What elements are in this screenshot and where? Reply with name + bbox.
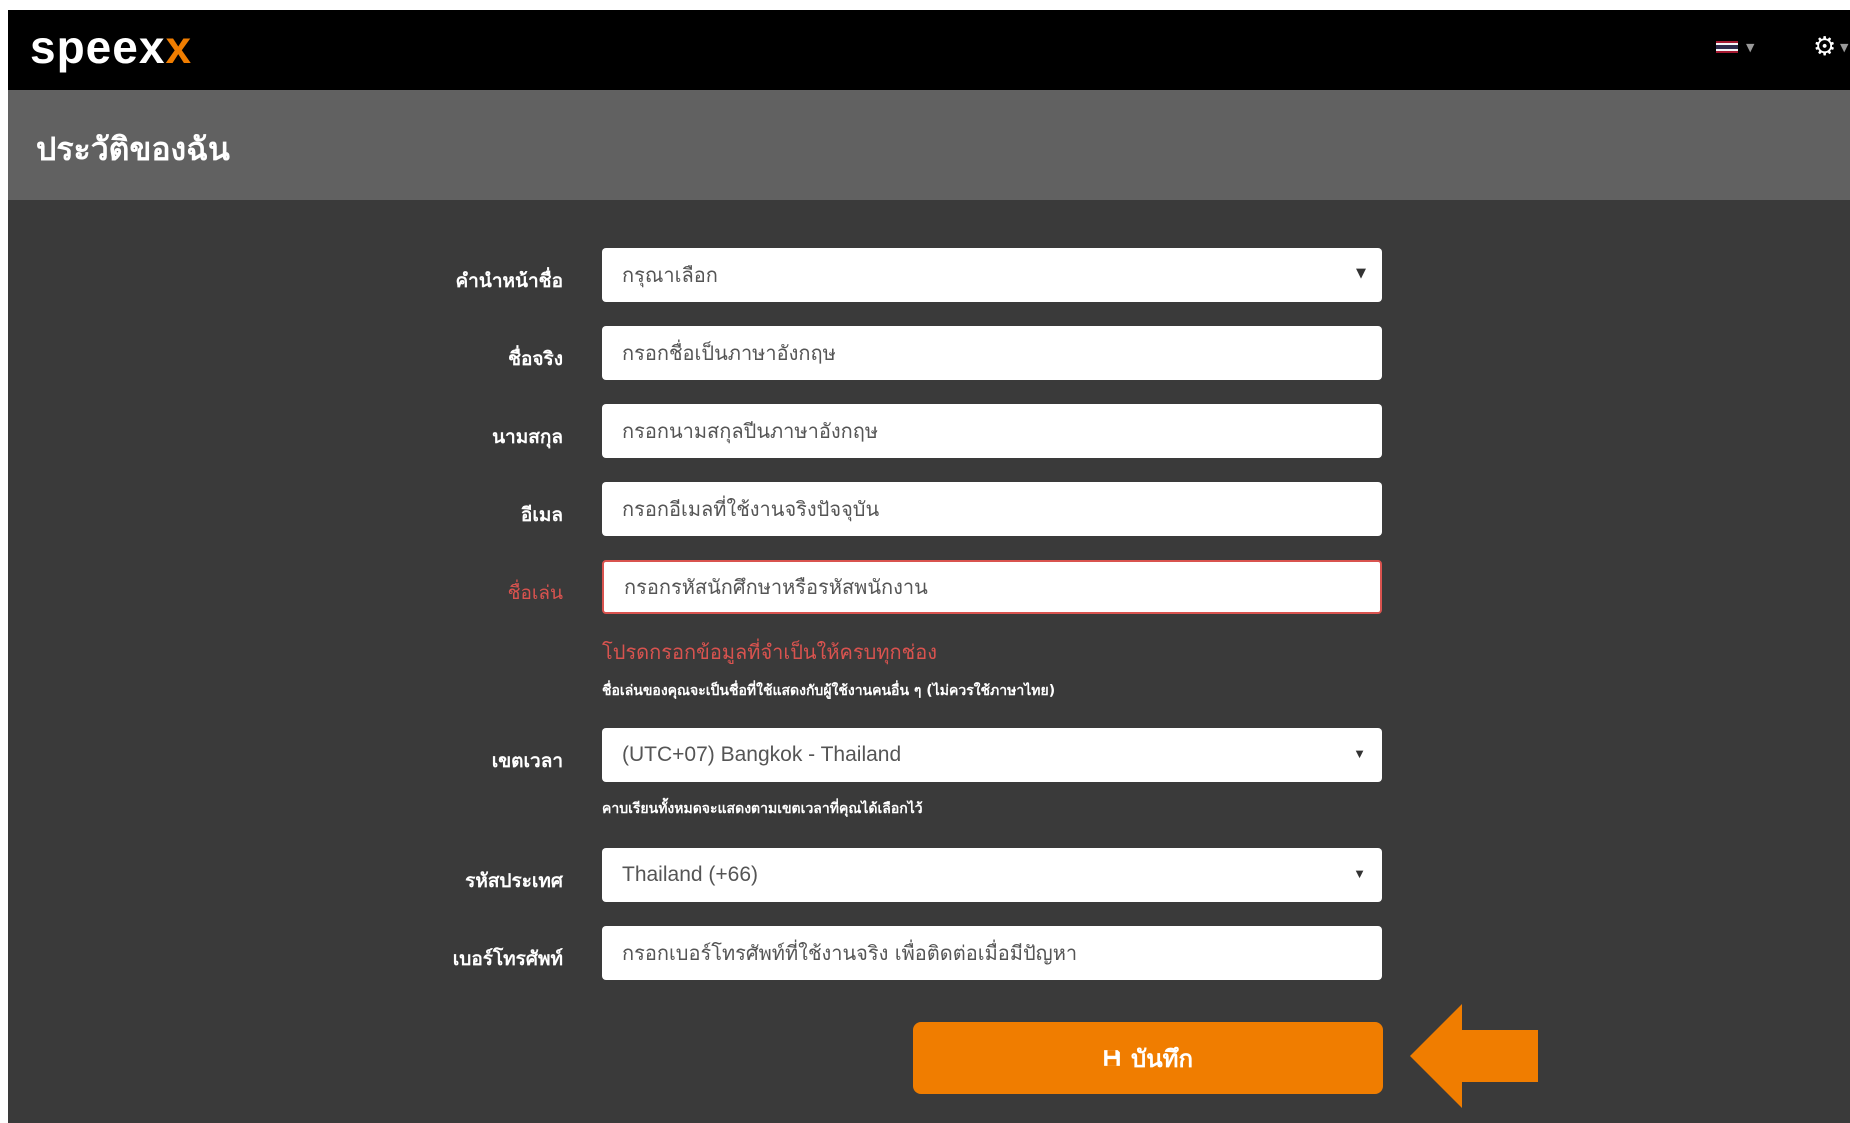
chevron-down-icon: ▼ [1353, 746, 1366, 761]
save-button-label: บันทึก [1131, 1044, 1193, 1073]
phone-input[interactable]: กรอกเบอร์โทรศัพท์ที่ใช้งานจริง เพื่อติดต… [602, 926, 1382, 980]
chevron-down-icon: ▼ [1746, 41, 1755, 54]
firstname-placeholder: กรอกชื่อเป็นภาษาอังกฤษ [622, 341, 836, 365]
country-code-label: รหัสประเทศ [465, 870, 563, 892]
pointer-arrow-icon [1410, 1004, 1538, 1108]
timezone-help-text: คาบเรียนทั้งหมดจะแสดงตามเขตเวลาที่คุณได้… [602, 801, 923, 817]
timezone-label: เขตเวลา [491, 750, 563, 772]
chevron-down-icon: ▼ [1353, 866, 1366, 881]
chevron-down-icon: ▼ [1356, 266, 1366, 281]
speexx-logo[interactable]: speexx [30, 20, 192, 74]
email-label: อีเมล [520, 504, 563, 526]
email-placeholder: กรอกอีเมลที่ใช้งานจริงปัจจุบัน [622, 497, 880, 521]
timezone-select-value: (UTC+07) Bangkok - Thailand [622, 743, 902, 766]
title-label: คำนำหน้าชื่อ [455, 270, 563, 292]
email-input[interactable]: กรอกอีเมลที่ใช้งานจริงปัจจุบัน [602, 482, 1382, 536]
app-frame: speexx ▼ ⚙ ▼ ประวัติของฉัน คำนำหน้าชื่อ … [8, 10, 1850, 1123]
lastname-placeholder: กรอกนามสกุลปีนภาษาอังกฤษ [622, 419, 879, 443]
phone-label: เบอร์โทรศัพท์ [452, 948, 563, 970]
nickname-input[interactable]: กรอกรหัสนักศึกษาหรือรหัสพนักงาน [602, 560, 1382, 614]
country-code-select-value: Thailand (+66) [622, 863, 758, 886]
firstname-input[interactable]: กรอกชื่อเป็นภาษาอังกฤษ [602, 326, 1382, 380]
nickname-placeholder: กรอกรหัสนักศึกษาหรือรหัสพนักงาน [624, 575, 928, 599]
page-title-bar: ประวัติของฉัน [8, 90, 1850, 200]
lastname-input[interactable]: กรอกนามสกุลปีนภาษาอังกฤษ [602, 404, 1382, 458]
required-error-message: โปรดกรอกข้อมูลที่จำเป็นให้ครบทุกช่อง [602, 640, 938, 664]
chevron-down-icon: ▼ [1840, 41, 1849, 54]
logo-accent: x [165, 21, 193, 73]
page-title: ประวัติของฉัน [36, 130, 230, 168]
country-code-select[interactable]: Thailand (+66) ▼ [602, 848, 1382, 902]
lastname-label: นามสกุล [492, 426, 563, 448]
gear-icon: ⚙ [1813, 32, 1837, 62]
floppy-disk-icon [1104, 1050, 1120, 1066]
nickname-help-text: ชื่อเล่นของคุณจะเป็นชื่อที่ใช้แสดงกับผู้… [602, 683, 1056, 699]
nickname-label: ชื่อเล่น [507, 582, 563, 604]
firstname-label: ชื่อจริง [508, 348, 563, 370]
title-select-value: กรุณาเลือก [622, 263, 718, 287]
timezone-select[interactable]: (UTC+07) Bangkok - Thailand ▼ [602, 728, 1382, 782]
thai-flag-icon [1716, 41, 1738, 55]
logo-text: speex [30, 21, 166, 73]
title-select[interactable]: กรุณาเลือก ▼ [602, 248, 1382, 302]
save-button[interactable]: บันทึก [913, 1022, 1383, 1094]
phone-placeholder: กรอกเบอร์โทรศัพท์ที่ใช้งานจริง เพื่อติดต… [622, 941, 1078, 965]
top-navbar: speexx ▼ ⚙ ▼ [8, 10, 1850, 90]
